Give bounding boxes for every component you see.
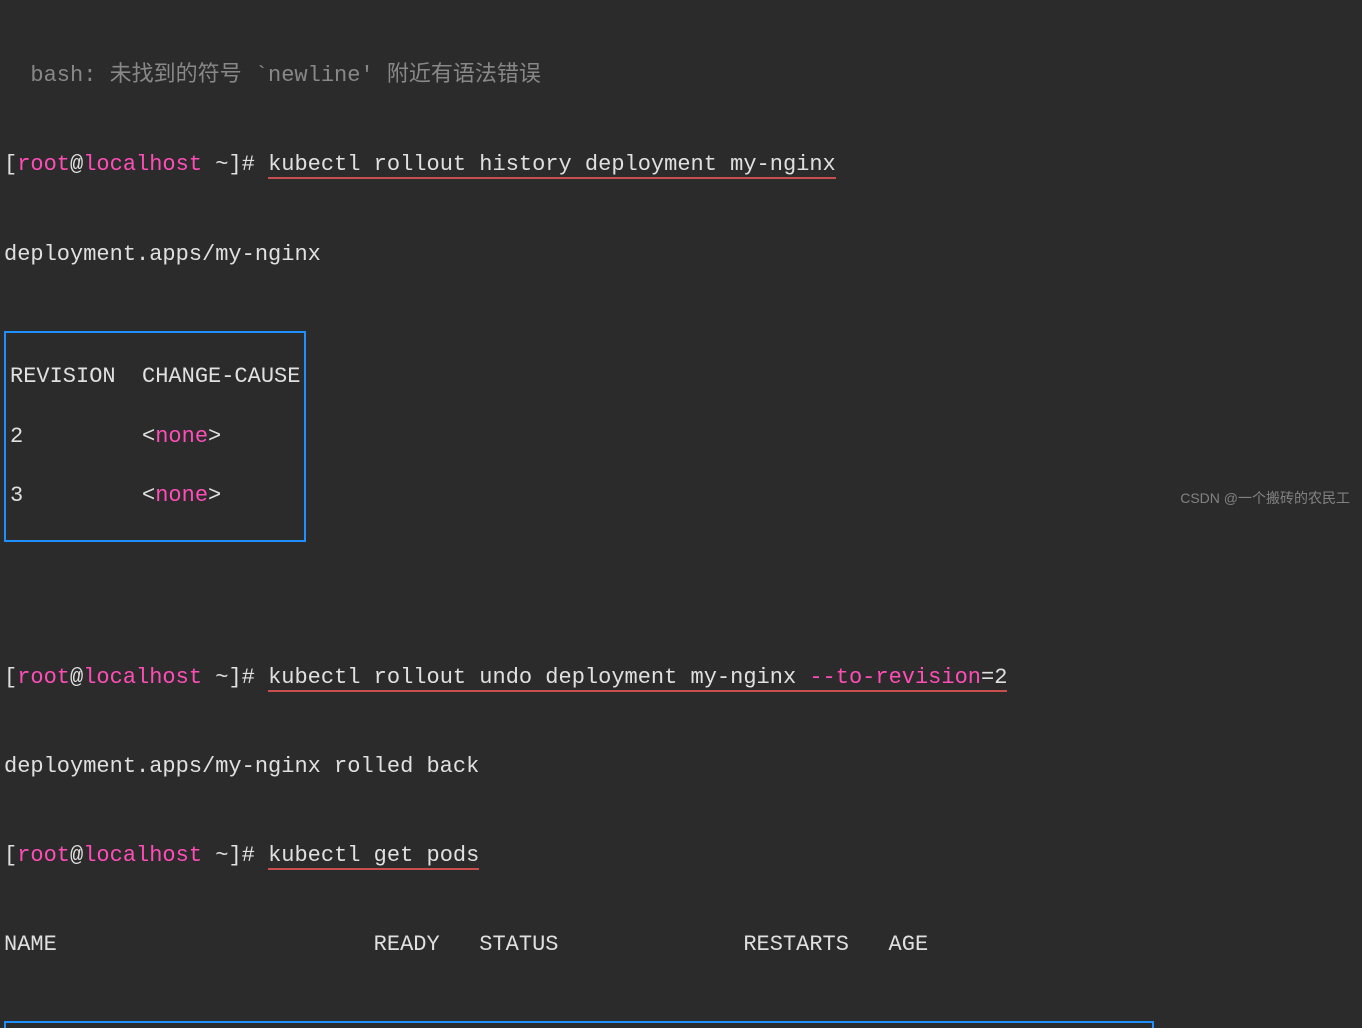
- prompt-host: localhost: [83, 665, 202, 690]
- command-2-option: --to-revision: [809, 665, 981, 692]
- bracket-close: ]: [228, 665, 241, 690]
- history-row-1: 2 <none>: [10, 422, 300, 452]
- terminal[interactable]: bash: 未找到的符号 `newline' 附近有语法错误 [root@loc…: [4, 2, 1358, 1028]
- truncated-first-line: bash: 未找到的符号 `newline' 附近有语法错误: [4, 61, 1358, 91]
- prompt-user: root: [17, 665, 70, 690]
- prompt-path: ~: [202, 152, 228, 177]
- prompt-hash: #: [242, 665, 268, 690]
- angle-close: >: [208, 424, 221, 449]
- watermark: CSDN @一个搬砖的农民工: [1180, 489, 1350, 508]
- prompt-path: ~: [202, 843, 228, 868]
- output-2: deployment.apps/my-nginx rolled back: [4, 752, 1358, 782]
- command-2b: =2: [981, 665, 1007, 692]
- prompt-user: root: [17, 152, 70, 177]
- prompt-line-1: [root@localhost ~]# kubectl rollout hist…: [4, 150, 1358, 180]
- bracket-open: [: [4, 665, 17, 690]
- bracket-open: [: [4, 843, 17, 868]
- output-1: deployment.apps/my-nginx: [4, 240, 1358, 270]
- prompt-at: @: [70, 152, 83, 177]
- command-2a: kubectl rollout undo deployment my-nginx: [268, 665, 809, 692]
- angle-open: <: [142, 424, 155, 449]
- history-row-2: 3 <none>: [10, 481, 300, 511]
- output-2-text: deployment.apps/my-nginx rolled back: [4, 754, 479, 779]
- prompt-at: @: [70, 665, 83, 690]
- pods1-box: my-nginx-7576957b7b-ktmr4 1/1 Running 0 …: [4, 1021, 1154, 1028]
- history-box: REVISION CHANGE-CAUSE 2 <none> 3 <none>: [4, 331, 306, 543]
- prompt-line-2: [root@localhost ~]# kubectl rollout undo…: [4, 663, 1358, 693]
- prompt-host: localhost: [83, 843, 202, 868]
- bracket-close: ]: [228, 152, 241, 177]
- bracket-open: [: [4, 152, 17, 177]
- rev-1: 2: [10, 424, 23, 449]
- pods1-header: NAME READY STATUS RESTARTS AGE: [4, 930, 1358, 960]
- prompt-user: root: [17, 843, 70, 868]
- blank-line: [4, 574, 1358, 604]
- rev-2: 3: [10, 483, 23, 508]
- angle-open: <: [142, 483, 155, 508]
- prompt-path: ~: [202, 665, 228, 690]
- bracket-close: ]: [228, 843, 241, 868]
- prompt-at: @: [70, 843, 83, 868]
- output-1-text: deployment.apps/my-nginx: [4, 242, 334, 267]
- truncated-text: bash: 未找到的符号 `newline' 附近有语法错误: [4, 63, 541, 88]
- command-3: kubectl get pods: [268, 843, 479, 870]
- none-word: none: [155, 483, 208, 508]
- prompt-hash: #: [242, 843, 268, 868]
- command-1: kubectl rollout history deployment my-ng…: [268, 152, 836, 179]
- prompt-hash: #: [242, 152, 268, 177]
- angle-close: >: [208, 483, 221, 508]
- history-header: REVISION CHANGE-CAUSE: [10, 362, 300, 392]
- none-word: none: [155, 424, 208, 449]
- prompt-line-3: [root@localhost ~]# kubectl get pods: [4, 841, 1358, 871]
- prompt-host: localhost: [83, 152, 202, 177]
